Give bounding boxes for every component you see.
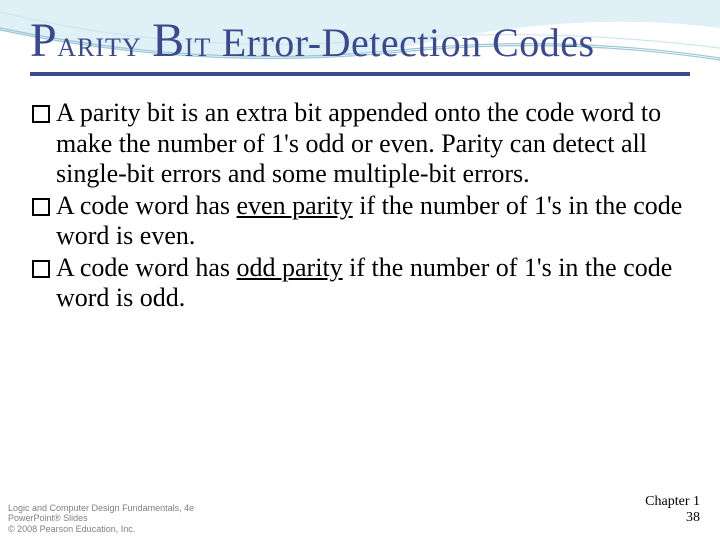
bullet-item: A code word has odd parity if the number…	[32, 253, 684, 313]
title-word1-rest: ARITY	[57, 33, 141, 62]
slide: PARITY BIT Error-Detection Codes A parit…	[0, 0, 720, 540]
footer-line2: PowerPoint® Slides	[8, 513, 194, 523]
square-bullet-icon	[32, 105, 50, 123]
bullet-pre: A code word has	[56, 191, 237, 220]
square-bullet-icon	[32, 260, 50, 278]
footer-copyright: Logic and Computer Design Fundamentals, …	[8, 503, 194, 534]
title-remainder: Error-Detection Codes	[222, 20, 595, 65]
chapter-label: Chapter 1	[645, 494, 700, 510]
bullet-underline: even parity	[237, 191, 353, 220]
square-bullet-icon	[32, 198, 50, 216]
footer-line1: Logic and Computer Design Fundamentals, …	[8, 503, 194, 513]
page-number: 38	[645, 510, 700, 526]
bullet-item: A parity bit is an extra bit appended on…	[32, 98, 684, 188]
bullet-item: A code word has even parity if the numbe…	[32, 191, 684, 251]
bullet-text: A code word has even parity if the numbe…	[56, 191, 684, 251]
bullet-pre: A parity bit is an extra bit appended on…	[56, 98, 661, 187]
body-text: A parity bit is an extra bit appended on…	[30, 98, 690, 313]
title-word2-cap: B	[152, 14, 185, 67]
footer-line3: © 2008 Pearson Education, Inc.	[8, 524, 194, 534]
bullet-pre: A code word has	[56, 253, 237, 282]
footer-chapter-page: Chapter 1 38	[645, 494, 700, 526]
title-word2-rest: IT	[185, 33, 212, 62]
bullet-underline: odd parity	[237, 253, 343, 282]
bullet-text: A code word has odd parity if the number…	[56, 253, 684, 313]
title-word1-cap: P	[30, 14, 57, 67]
bullet-text: A parity bit is an extra bit appended on…	[56, 98, 684, 188]
slide-title: PARITY BIT Error-Detection Codes	[30, 16, 690, 76]
title-block: PARITY BIT Error-Detection Codes	[30, 16, 690, 76]
